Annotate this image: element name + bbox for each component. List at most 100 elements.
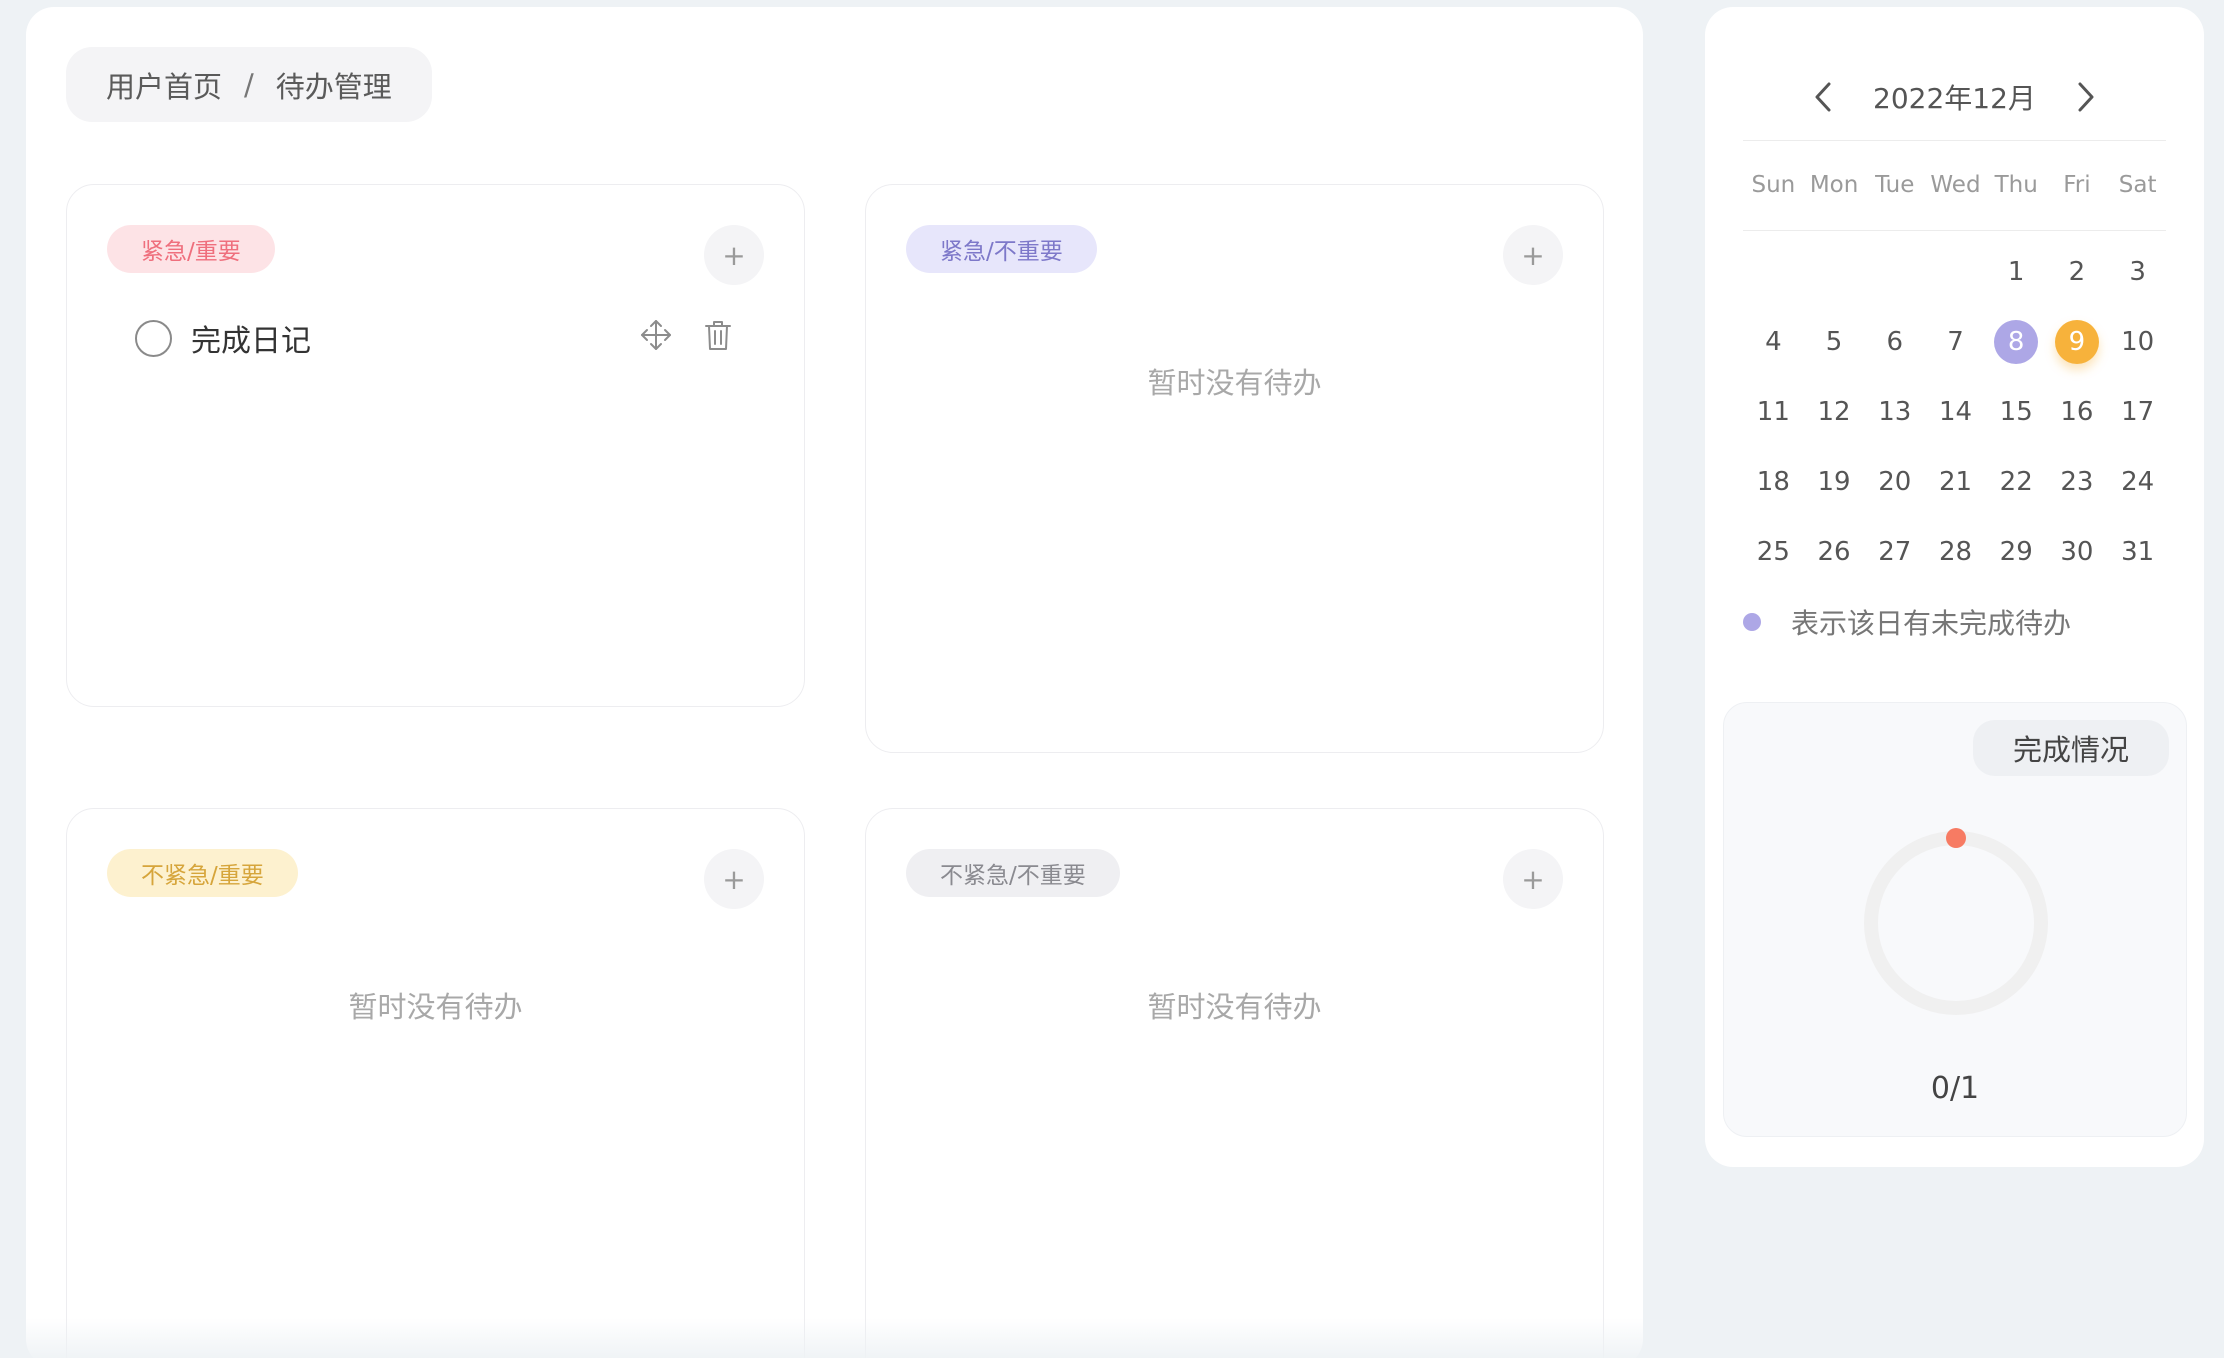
calendar-day-number: 16 bbox=[2060, 397, 2094, 427]
empty-state-text: 暂时没有待办 bbox=[348, 990, 523, 1024]
progress-ring-track bbox=[1864, 831, 2048, 1015]
weekday-label: Mon bbox=[1809, 172, 1859, 198]
weekday-label: Tue bbox=[1875, 172, 1915, 198]
todo-text: 完成日记 bbox=[191, 324, 311, 359]
calendar-day[interactable]: 29 bbox=[1986, 530, 2047, 574]
calendar-day-number: 10 bbox=[2121, 327, 2155, 357]
calendar-day-number: 29 bbox=[1999, 537, 2033, 567]
calendar-header: 2022年12月 bbox=[1705, 67, 2204, 127]
todo-checkbox[interactable] bbox=[135, 319, 172, 357]
next-month-icon[interactable] bbox=[2066, 77, 2106, 117]
calendar-title: 2022年12月 bbox=[1873, 82, 2036, 115]
calendar-day[interactable]: 1 bbox=[1986, 250, 2047, 294]
calendar-day[interactable]: 24 bbox=[2107, 460, 2168, 504]
legend-text: 表示该日有未完成待办 bbox=[1791, 607, 2072, 640]
weekday-label: Sun bbox=[1751, 172, 1796, 198]
progress-ring bbox=[1864, 828, 2048, 1015]
calendar-day[interactable]: 9 bbox=[2047, 320, 2108, 364]
quadrant-not-urgent-important: 不紧急/重要 + 暂时没有待办 bbox=[66, 808, 805, 1358]
add-todo-button[interactable]: + bbox=[1503, 849, 1563, 909]
calendar-day-number: 9 bbox=[2054, 320, 2099, 364]
weekday-label: Wed bbox=[1930, 172, 1981, 198]
calendar-day[interactable]: 5 bbox=[1804, 320, 1865, 364]
quadrant-tag: 不紧急/重要 bbox=[107, 849, 298, 897]
calendar-day[interactable]: 18 bbox=[1743, 460, 1804, 504]
quadrant-tag: 紧急/不重要 bbox=[906, 225, 1097, 273]
calendar-days: 1 2 3 4 5 6 7 8 9 10 11 12 13 14 15 16 17 18 19 20 21 22 23 24 2… bbox=[1743, 250, 2168, 574]
quadrant-urgent-unimportant: 紧急/不重要 + 暂时没有待办 bbox=[865, 184, 1604, 753]
calendar-day[interactable]: 7 bbox=[1925, 320, 1986, 364]
calendar-day-number: 3 bbox=[2129, 257, 2146, 287]
calendar-day[interactable]: 13 bbox=[1864, 390, 1925, 434]
calendar-day[interactable]: 15 bbox=[1986, 390, 2047, 434]
calendar-day[interactable]: 12 bbox=[1804, 390, 1865, 434]
calendar-day[interactable]: 14 bbox=[1925, 390, 1986, 434]
todo-item: 完成日记 bbox=[135, 313, 735, 363]
calendar-day-number: 31 bbox=[2121, 537, 2155, 567]
progress-card: 完成情况 0/1 bbox=[1723, 702, 2187, 1137]
calendar-day[interactable]: 10 bbox=[2107, 320, 2168, 364]
progress-count: 0/1 bbox=[1930, 1071, 1980, 1106]
add-todo-button[interactable]: + bbox=[1503, 225, 1563, 285]
calendar-blank bbox=[1804, 250, 1865, 294]
calendar-day-number: 14 bbox=[1938, 397, 1973, 427]
calendar-day-number: 21 bbox=[1938, 467, 1973, 497]
calendar-day-number: 4 bbox=[1765, 327, 1782, 357]
quadrant-tag: 不紧急/不重要 bbox=[906, 849, 1120, 897]
breadcrumb-home[interactable]: 用户首页 bbox=[106, 64, 222, 106]
calendar-day-number: 27 bbox=[1878, 537, 1912, 567]
calendar-day[interactable]: 19 bbox=[1804, 460, 1865, 504]
calendar-day[interactable]: 20 bbox=[1864, 460, 1925, 504]
weekday-label: Sat bbox=[2118, 172, 2157, 198]
progress-ring-indicator bbox=[1946, 828, 1966, 848]
calendar-day[interactable]: 17 bbox=[2107, 390, 2168, 434]
prev-month-icon[interactable] bbox=[1803, 77, 1843, 117]
calendar-day[interactable]: 4 bbox=[1743, 320, 1804, 364]
calendar-day[interactable]: 23 bbox=[2047, 460, 2108, 504]
delete-icon[interactable] bbox=[701, 318, 735, 352]
breadcrumb-separator: / bbox=[244, 67, 254, 102]
calendar-day-number: 17 bbox=[2121, 397, 2155, 427]
calendar-day-number: 24 bbox=[2121, 467, 2155, 497]
calendar-blank bbox=[1864, 250, 1925, 294]
calendar-day-number: 18 bbox=[1756, 467, 1790, 497]
calendar-day[interactable]: 22 bbox=[1986, 460, 2047, 504]
calendar-day-number: 8 bbox=[1994, 320, 2039, 364]
calendar-day[interactable]: 8 bbox=[1986, 320, 2047, 364]
calendar-day[interactable]: 3 bbox=[2107, 250, 2168, 294]
progress-title: 完成情况 bbox=[1972, 720, 2169, 776]
bottom-fade bbox=[0, 1318, 2224, 1358]
calendar-day-number: 22 bbox=[1999, 467, 2033, 497]
calendar-day-number: 30 bbox=[2060, 537, 2094, 567]
calendar-day[interactable]: 6 bbox=[1864, 320, 1925, 364]
add-todo-button[interactable]: + bbox=[704, 849, 764, 909]
calendar-day-number: 20 bbox=[1878, 467, 1912, 497]
calendar-day[interactable]: 30 bbox=[2047, 530, 2108, 574]
calendar-day[interactable]: 26 bbox=[1804, 530, 1865, 574]
calendar-day-number: 26 bbox=[1817, 537, 1851, 567]
calendar-day[interactable]: 25 bbox=[1743, 530, 1804, 574]
main-panel: 用户首页 / 待办管理 紧急/重要 + 完成日记 紧急/不重要 + 暂时没有待办… bbox=[26, 7, 1643, 1358]
calendar-day-number: 2 bbox=[2068, 257, 2086, 287]
calendar-day-number: 6 bbox=[1886, 327, 1904, 357]
calendar-day[interactable]: 16 bbox=[2047, 390, 2108, 434]
quadrant-not-urgent-unimportant: 不紧急/不重要 + 暂时没有待办 bbox=[865, 808, 1604, 1358]
calendar-day[interactable]: 27 bbox=[1864, 530, 1925, 574]
calendar-divider bbox=[1743, 230, 2166, 231]
calendar-blank bbox=[1925, 250, 1986, 294]
calendar-weekdays: Sun Mon Tue Wed Thu Fri Sat bbox=[1743, 165, 2168, 205]
calendar-day[interactable]: 31 bbox=[2107, 530, 2168, 574]
breadcrumb: 用户首页 / 待办管理 bbox=[66, 47, 432, 122]
move-icon[interactable] bbox=[639, 318, 673, 352]
todo-actions bbox=[639, 318, 735, 352]
calendar-day[interactable]: 11 bbox=[1743, 390, 1804, 434]
calendar-day[interactable]: 21 bbox=[1925, 460, 1986, 504]
calendar-day-number: 7 bbox=[1947, 327, 1964, 357]
calendar-day[interactable]: 2 bbox=[2047, 250, 2108, 294]
quadrant-urgent-important: 紧急/重要 + 完成日记 bbox=[66, 184, 805, 707]
calendar-legend: 表示该日有未完成待办 bbox=[1743, 602, 2071, 642]
calendar-day[interactable]: 28 bbox=[1925, 530, 1986, 574]
weekday-label: Thu bbox=[1994, 172, 2038, 198]
calendar-blank bbox=[1743, 250, 1804, 294]
add-todo-button[interactable]: + bbox=[704, 225, 764, 285]
